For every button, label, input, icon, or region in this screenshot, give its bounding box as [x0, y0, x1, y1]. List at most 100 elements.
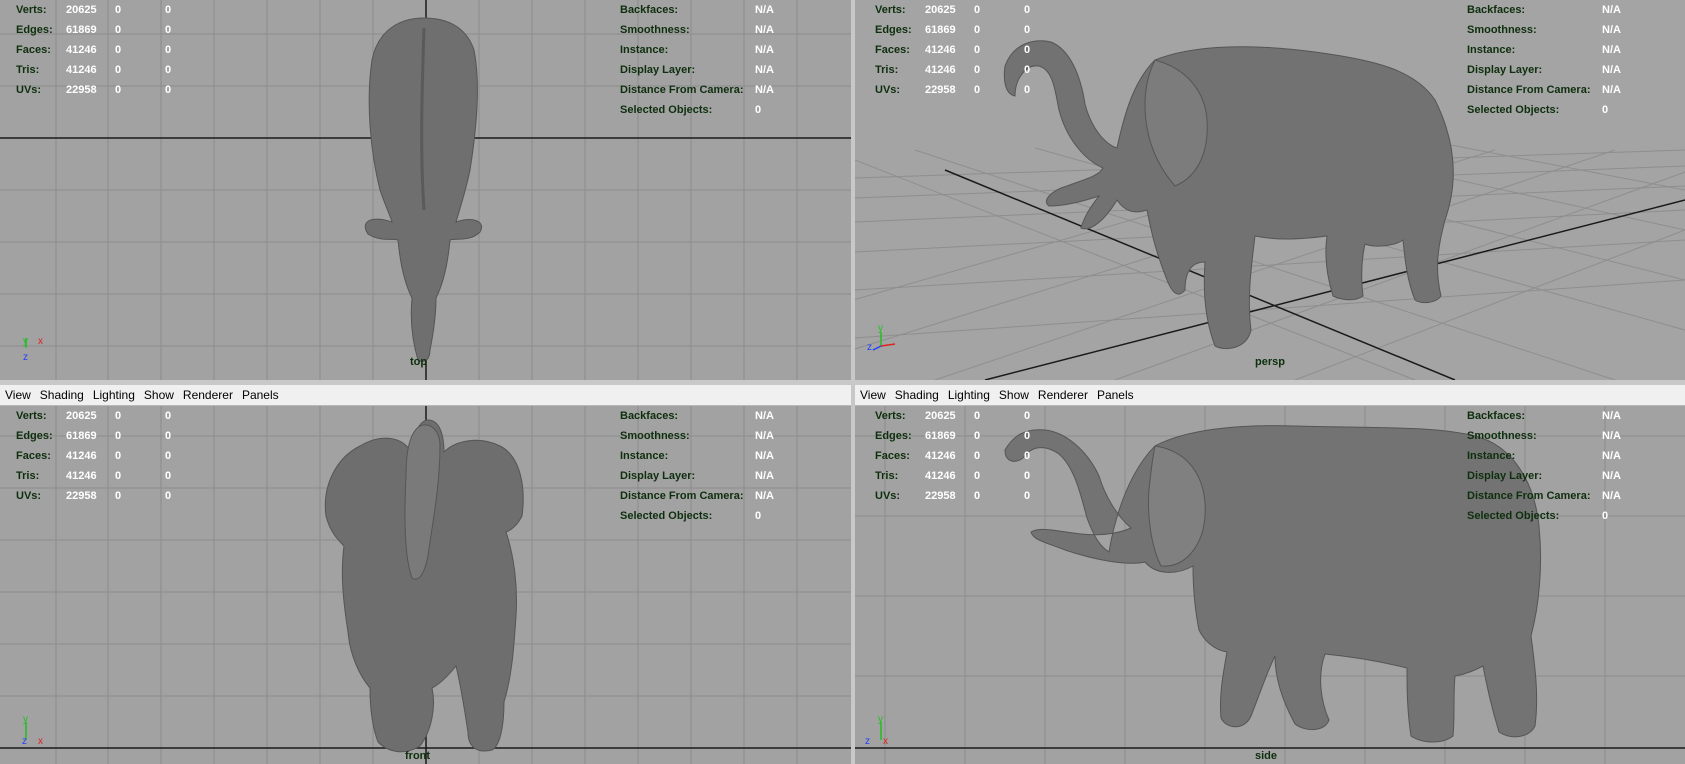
hud-value: 0 — [165, 430, 172, 442]
hud-label: Smoothness: — [620, 24, 690, 36]
axis-gizmo-icon: y z x — [22, 714, 43, 744]
hud-label: Selected Objects: — [620, 510, 713, 522]
hud-value: 0 — [974, 24, 981, 36]
menu-lighting[interactable]: Lighting — [93, 388, 135, 402]
hud-label: Selected Objects: — [620, 104, 713, 116]
hud-value: 0 — [1602, 104, 1609, 116]
viewport-side[interactable]: Verts: 20625 0 0 Edges: 61869 0 0 Faces: 41246 0… — [855, 406, 1685, 764]
hud-row-instance: Instance: N/A — [620, 40, 774, 60]
hud-row-backfaces: Backfaces: N/A — [1467, 0, 1621, 20]
hud-label: Tris: — [875, 64, 899, 76]
hud-value: 20625 — [925, 4, 956, 16]
hud-label: Distance From Camera: — [1467, 84, 1591, 96]
hud-label: Tris: — [875, 470, 899, 482]
hud-label: Instance: — [620, 44, 669, 56]
hud-value: 0 — [1024, 450, 1031, 462]
axis-z-label: z — [867, 342, 872, 352]
viewport-top[interactable]: Verts: 20625 0 0 Edges: 61869 0 0 Faces: 41246 0… — [0, 0, 851, 380]
menu-lighting[interactable]: Lighting — [948, 388, 990, 402]
hud-value: 0 — [1024, 410, 1031, 422]
hud-label: Verts: — [875, 4, 906, 16]
hud-value: 0 — [1024, 470, 1031, 482]
hud-label: Edges: — [875, 24, 912, 36]
hud-label: Backfaces: — [620, 4, 679, 16]
hud-row-smoothness: Smoothness: N/A — [620, 20, 774, 40]
hud-value: 0 — [1024, 490, 1031, 502]
hud-value: 0 — [165, 470, 172, 482]
hud-value: 41246 — [66, 450, 97, 462]
hud-label: Verts: — [875, 410, 906, 422]
hud-value: 20625 — [925, 410, 956, 422]
axis-z-label: z — [865, 736, 870, 744]
viewport-panel-top: Verts: 20625 0 0 Edges: 61869 0 0 Faces: 41246 0… — [0, 0, 851, 380]
hud-value: 41246 — [925, 450, 956, 462]
viewport-persp[interactable]: Verts: 20625 0 0 Edges: 61869 0 0 Faces: 41246 0… — [855, 0, 1685, 380]
hud-value: 22958 — [66, 490, 97, 502]
hud-row-backfaces: Backfaces: N/A — [1467, 406, 1621, 426]
hud-value: 41246 — [925, 44, 956, 56]
viewport-front[interactable]: Verts: 20625 0 0 Edges: 61869 0 0 Faces: 41246 0… — [0, 406, 851, 764]
hud-row-uvs: UVs: 22958 0 0 — [16, 80, 185, 100]
hud-value: 61869 — [925, 24, 956, 36]
hud-label: Smoothness: — [1467, 24, 1537, 36]
menu-show[interactable]: Show — [144, 388, 174, 402]
hud-row-verts: Verts: 20625 0 0 — [875, 406, 1044, 426]
hud-value: N/A — [1602, 4, 1621, 16]
hud-value: 41246 — [66, 64, 97, 76]
hud-label: Display Layer: — [1467, 64, 1543, 76]
viewport-panel-front: View Shading Lighting Show Renderer Pane… — [0, 385, 851, 764]
hud-row-uvs: UVs: 22958 0 0 — [875, 486, 1044, 506]
hud-value: 0 — [115, 84, 122, 96]
hud-value: 0 — [1024, 4, 1031, 16]
hud-value: 0 — [165, 44, 172, 56]
menu-panels[interactable]: Panels — [242, 388, 279, 402]
hud-value: N/A — [755, 430, 774, 442]
hud-label: Smoothness: — [620, 430, 690, 442]
hud-label: Verts: — [16, 4, 47, 16]
hud-value: 0 — [1024, 24, 1031, 36]
object-details-hud: Backfaces: N/A Smoothness: N/A Instance: N/… — [620, 406, 774, 526]
hud-value: 0 — [115, 470, 122, 482]
hud-row-display-layer: Display Layer: N/A — [620, 60, 774, 80]
hud-row-instance: Instance: N/A — [620, 446, 774, 466]
hud-value: N/A — [1602, 410, 1621, 422]
menu-panels[interactable]: Panels — [1097, 388, 1134, 402]
hud-value: 0 — [974, 450, 981, 462]
hud-value: 0 — [1024, 430, 1031, 442]
hud-row-selected: Selected Objects: 0 — [1467, 506, 1621, 526]
hud-value: N/A — [1602, 490, 1621, 502]
hud-label: Distance From Camera: — [620, 84, 744, 96]
hud-row-selected: Selected Objects: 0 — [620, 100, 774, 120]
hud-row-tris: Tris: 41246 0 0 — [875, 466, 1044, 486]
menu-view[interactable]: View — [5, 388, 31, 402]
hud-label: Faces: — [875, 44, 910, 56]
hud-value: N/A — [755, 450, 774, 462]
menu-shading[interactable]: Shading — [40, 388, 84, 402]
object-details-hud: Backfaces: N/A Smoothness: N/A Instance: N/… — [1467, 0, 1621, 120]
panel-menubar: View Shading Lighting Show Renderer Pane… — [855, 385, 1685, 406]
hud-value: 0 — [1024, 84, 1031, 96]
hud-value: 0 — [115, 44, 122, 56]
hud-row-instance: Instance: N/A — [1467, 446, 1621, 466]
hud-value: 0 — [1024, 64, 1031, 76]
hud-row-distance: Distance From Camera: N/A — [1467, 80, 1621, 100]
hud-value: N/A — [755, 64, 774, 76]
hud-label: Instance: — [1467, 44, 1516, 56]
hud-row-faces: Faces: 41246 0 0 — [875, 446, 1044, 466]
axis-x-label: x — [38, 336, 43, 347]
hud-row-tris: Tris: 41246 0 0 — [16, 60, 185, 80]
menu-renderer[interactable]: Renderer — [1038, 388, 1088, 402]
hud-label: Faces: — [875, 450, 910, 462]
axis-y-label: y — [23, 714, 28, 725]
hud-value: 0 — [165, 450, 172, 462]
hud-value: N/A — [755, 24, 774, 36]
poly-count-hud: Verts: 20625 0 0 Edges: 61869 0 0 Faces: 41246 0… — [875, 0, 1044, 100]
elephant-model-front — [324, 419, 524, 753]
hud-label: Selected Objects: — [1467, 510, 1560, 522]
menu-view[interactable]: View — [860, 388, 886, 402]
menu-show[interactable]: Show — [999, 388, 1029, 402]
hud-value: N/A — [755, 44, 774, 56]
camera-name-label: top — [410, 356, 428, 368]
menu-shading[interactable]: Shading — [895, 388, 939, 402]
menu-renderer[interactable]: Renderer — [183, 388, 233, 402]
